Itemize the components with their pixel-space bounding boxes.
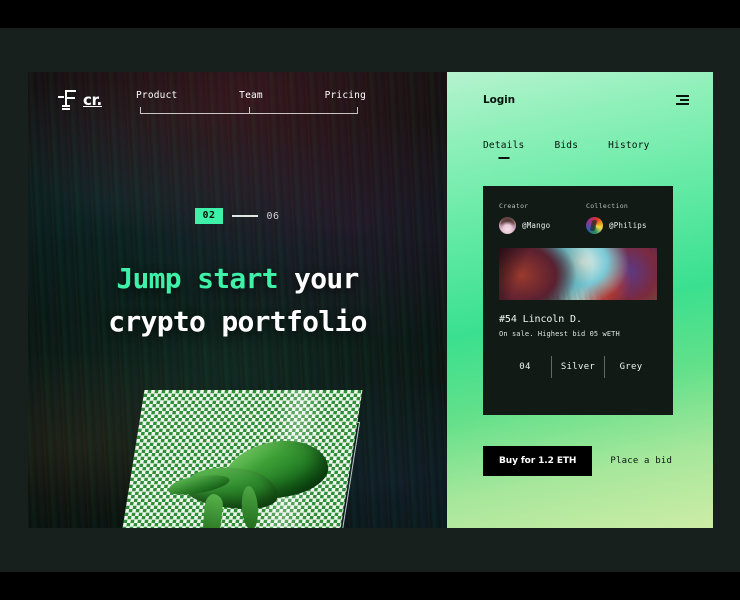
green-figure xyxy=(166,434,332,528)
nft-panel: Login Details Bids History Creator @Mang… xyxy=(447,72,713,528)
slide-counter-current: 02 xyxy=(195,208,223,224)
slide-counter-total: 06 xyxy=(266,210,280,222)
buy-button[interactable]: Buy for 1.2 ETH xyxy=(483,446,593,476)
tab-details[interactable]: Details xyxy=(483,140,524,159)
hero-navbar: cr. Product Team Pricing xyxy=(28,72,447,128)
collection-name: @Philips xyxy=(609,221,647,230)
brand-logo[interactable]: cr. xyxy=(58,89,102,110)
hero-section: cr. Product Team Pricing 02 06 Jump star… xyxy=(28,72,447,528)
nav-bracket-tick xyxy=(249,107,250,113)
hero-headline-line2: crypto portfolio xyxy=(108,304,367,338)
collection-block: Collection @Philips xyxy=(578,202,657,234)
nft-title: #54 Lincoln D. xyxy=(499,314,582,325)
place-bid-link[interactable]: Place a bid xyxy=(610,456,672,466)
nft-actions: Buy for 1.2 ETH Place a bid xyxy=(483,446,683,476)
creator-row[interactable]: @Mango xyxy=(499,217,578,234)
brand-logo-text: cr. xyxy=(83,91,102,109)
collection-label: Collection xyxy=(586,202,629,210)
attribute-edition: 04 xyxy=(519,362,531,372)
tab-history[interactable]: History xyxy=(608,140,649,159)
panel-tabs: Details Bids History xyxy=(483,140,650,159)
attribute-material: Silver xyxy=(560,362,596,372)
checkered-plate xyxy=(111,390,363,528)
creator-avatar xyxy=(499,217,516,234)
hamburger-menu-icon[interactable] xyxy=(676,95,689,105)
screenshot-root: cr. Product Team Pricing 02 06 Jump star… xyxy=(0,0,740,600)
panel-header: Login xyxy=(447,72,713,128)
nav-item-team[interactable]: Team xyxy=(239,90,263,101)
f-mark-logo-icon xyxy=(58,89,80,110)
nav-item-pricing[interactable]: Pricing xyxy=(325,90,366,101)
nft-card-meta: Creator @Mango Collection @Philips xyxy=(499,202,657,234)
slide-counter: 02 06 xyxy=(28,208,447,224)
creator-block: Creator @Mango xyxy=(499,202,578,234)
creator-name: @Mango xyxy=(522,221,551,230)
tab-bids[interactable]: Bids xyxy=(554,140,578,159)
nav-bracket-rule xyxy=(140,107,358,114)
collection-avatar xyxy=(586,217,603,234)
hero-headline-accent: Jump start xyxy=(116,262,278,295)
nav-item-product[interactable]: Product xyxy=(136,90,177,101)
nft-status: On sale. Highest bid 05 wETH xyxy=(499,330,620,338)
hero-headline-rest: your xyxy=(277,262,359,295)
nft-attributes: 04 Silver Grey xyxy=(499,356,657,378)
hero-headline: Jump start your crypto portfolio xyxy=(28,258,447,343)
hero-artwork xyxy=(111,390,370,528)
attribute-color: Grey xyxy=(619,362,643,372)
collection-row[interactable]: @Philips xyxy=(586,217,657,234)
nav-links: Product Team Pricing xyxy=(136,90,366,101)
nft-artwork-image[interactable] xyxy=(499,248,657,300)
website-mockup: cr. Product Team Pricing 02 06 Jump star… xyxy=(28,72,713,528)
slide-counter-bar xyxy=(231,215,258,217)
login-link[interactable]: Login xyxy=(483,94,515,106)
nft-card[interactable]: Creator @Mango Collection @Philips #54 L… xyxy=(483,186,673,415)
creator-label: Creator xyxy=(499,202,529,210)
